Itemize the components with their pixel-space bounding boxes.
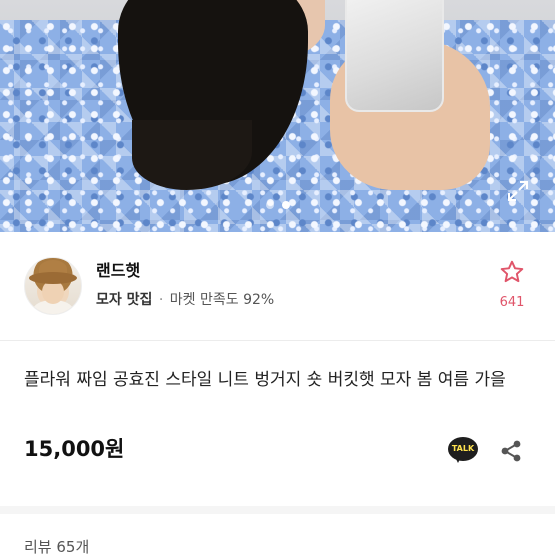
product-price: 15,000원 [24,437,125,461]
seller-tag: 모자 맛집 [96,292,153,308]
product-title: 플라워 짜임 공효진 스타일 니트 벙거지 숏 버킷햇 모자 봄 여름 가을 [24,370,506,390]
carousel-indicator [0,194,555,209]
seller-name[interactable]: 랜드햇 [96,257,140,281]
section-divider-thick [0,506,555,514]
seller-satisfaction: 마켓 만족도 92% [169,292,275,308]
carousel-dot-active[interactable] [281,201,290,209]
like-count: 641 [499,295,525,310]
expand-icon[interactable] [505,178,531,204]
seller-separator: · [158,292,164,308]
star-icon[interactable] [490,259,534,290]
product-page: 랜드햇 모자 맛집 · 마켓 만족도 92% 641 플라워 짜임 공효진 스타… [0,0,555,555]
carousel-dot[interactable] [265,201,274,209]
seller-info[interactable]: 랜드햇 모자 맛집 · 마켓 만족도 92% 641 [0,232,555,340]
seller-subtitle: 모자 맛집 · 마켓 만족도 92% [96,289,274,309]
share-icon[interactable] [498,438,524,464]
seller-avatar[interactable] [24,257,82,315]
review-count-link[interactable]: 리뷰 65개 [24,536,89,555]
avatar-hat-brim [29,272,77,284]
talk-button[interactable]: TALK [448,437,478,465]
product-photo-carousel[interactable] [0,0,555,232]
like-button[interactable]: 641 [490,259,534,310]
talk-bubble-icon: TALK [448,437,478,461]
photo-phone [345,0,444,112]
talk-bubble-tail [454,455,462,463]
section-divider [0,340,555,341]
